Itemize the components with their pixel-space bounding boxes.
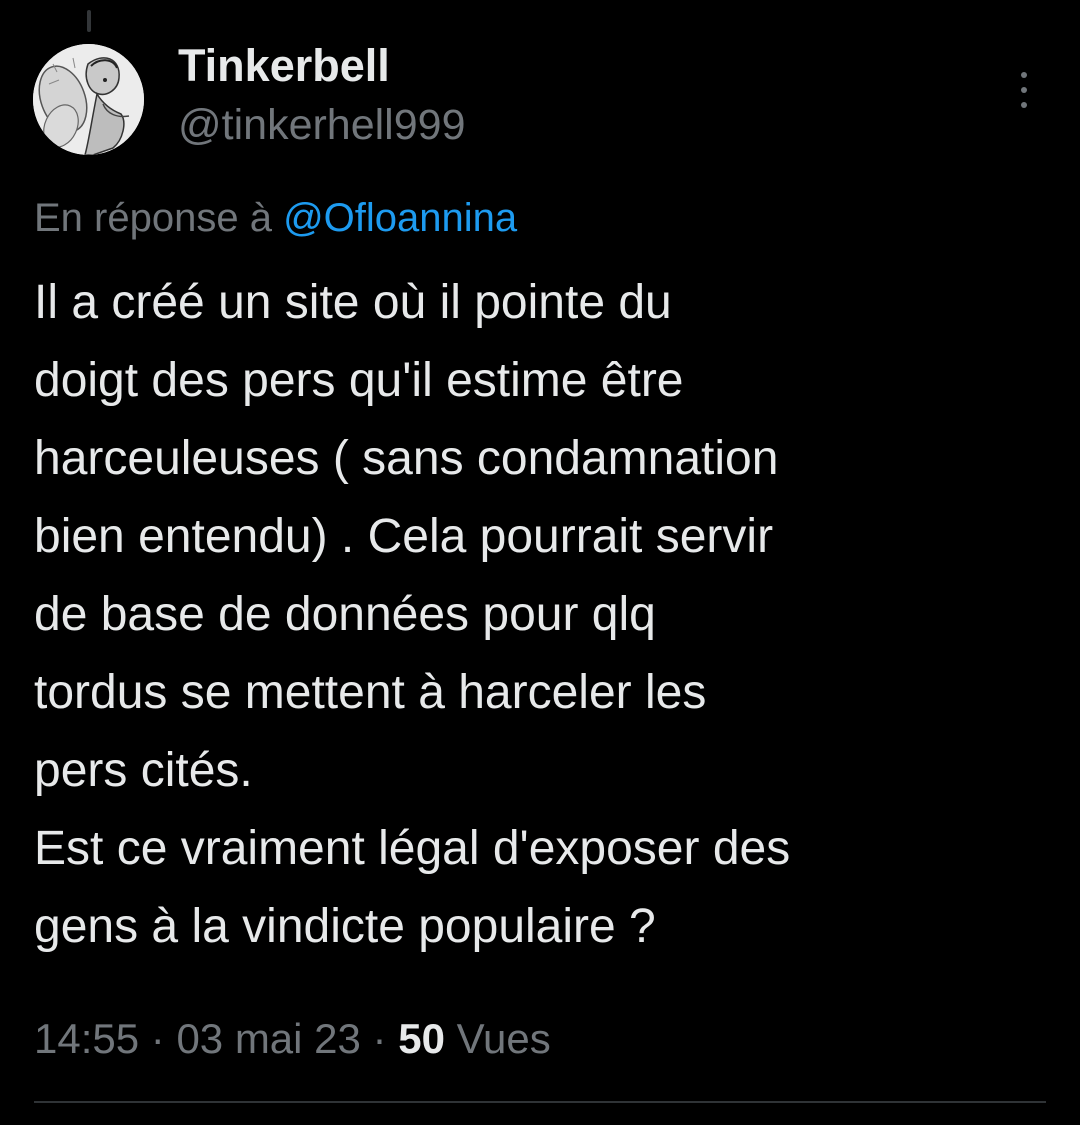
tweet-text-line: gens à la vindicte populaire ? [34,900,656,953]
tweet-text-line: Est ce vraiment légal d'exposer des [34,822,791,875]
tweet-date[interactable]: 03 mai 23 [176,1015,360,1062]
tweet-text-line: tordus se mettent à harceler les [34,666,707,719]
views-count[interactable]: 50 [398,1015,445,1062]
tweet-metadata: 14:55 · 03 mai 23 · 50 Vues [34,1012,551,1066]
tweet-text-line: doigt des pers qu'il estime être [34,354,684,407]
reply-context: En réponse à @Ofloannina [34,192,517,244]
tweet-text-line: harceuleuses ( sans condamnation [34,432,779,485]
views-label: Vues [444,1015,551,1062]
tweet-text-line: pers cités. [34,744,253,797]
meta-separator: · [360,1015,399,1062]
reply-mention-link[interactable]: @Ofloannina [283,196,517,240]
meta-separator: · [139,1015,177,1062]
author-handle[interactable]: @tinkerhell999 [178,100,465,150]
more-dot [1021,72,1027,78]
author-display-name[interactable]: Tinkerbell [178,40,390,92]
more-dot [1021,102,1027,108]
tweet-text: Il a créé un site où il pointe du doigt … [34,264,1044,966]
tweet-time[interactable]: 14:55 [34,1015,139,1062]
more-options-icon[interactable] [1006,68,1042,112]
thread-connector-line [87,10,91,32]
tweet-text-line: Il a créé un site où il pointe du [34,276,672,329]
tinkerbell-avatar-icon [33,44,144,155]
author-avatar[interactable] [33,44,144,155]
reply-prefix: En réponse à [34,196,284,240]
more-dot [1021,87,1027,93]
bottom-divider [34,1101,1046,1103]
tweet-text-line: de base de données pour qlq [34,588,656,641]
tweet-text-line: bien entendu) . Cela pourrait servir [34,510,774,563]
